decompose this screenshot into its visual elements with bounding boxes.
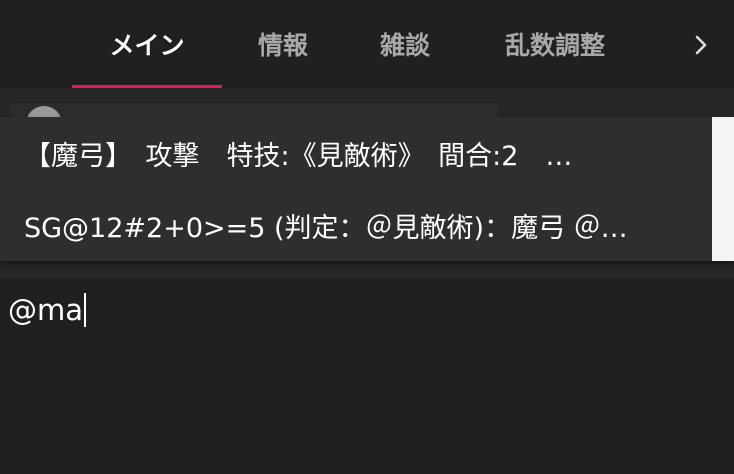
- autocomplete-item-text: SG@12#2+0>=5 (判定：＠見敵術)：魔弓 ＠…: [24, 212, 628, 244]
- tab-label: 乱数調整: [504, 31, 605, 60]
- chat-input[interactable]: @ma: [0, 278, 734, 474]
- chevron-right-icon: [695, 35, 707, 55]
- tab-bar: メイン 情報 雑談 乱数調整: [0, 0, 734, 88]
- tab-label: メイン: [109, 31, 185, 60]
- chat-input-field[interactable]: @ma: [8, 290, 87, 330]
- tab-label: 情報: [257, 31, 308, 60]
- tab-main[interactable]: メイン: [72, 0, 222, 88]
- autocomplete-item[interactable]: 【魔弓】 攻撃 特技:《見敵術》 間合:2 …: [24, 117, 692, 189]
- autocomplete-item-text: 【魔弓】 攻撃 特技:《見敵術》 間合:2 …: [24, 140, 573, 172]
- autocomplete-item[interactable]: SG@12#2+0>=5 (判定：＠見敵術)：魔弓 ＠…: [24, 189, 692, 261]
- tab-info[interactable]: 情報: [222, 0, 344, 88]
- autocomplete-popup: 【魔弓】 攻撃 特技:《見敵術》 間合:2 … SG@12#2+0>=5 (判定…: [0, 117, 734, 261]
- autocomplete-scrollbar[interactable]: [712, 117, 734, 261]
- tab-scroll-right-button[interactable]: [680, 24, 722, 66]
- tab-label: 雑談: [379, 31, 430, 60]
- chat-input-value: @ma: [8, 293, 84, 327]
- text-caret: [84, 293, 87, 327]
- tab-chat[interactable]: 雑談: [344, 0, 466, 88]
- tab-random-adjust[interactable]: 乱数調整: [466, 0, 644, 88]
